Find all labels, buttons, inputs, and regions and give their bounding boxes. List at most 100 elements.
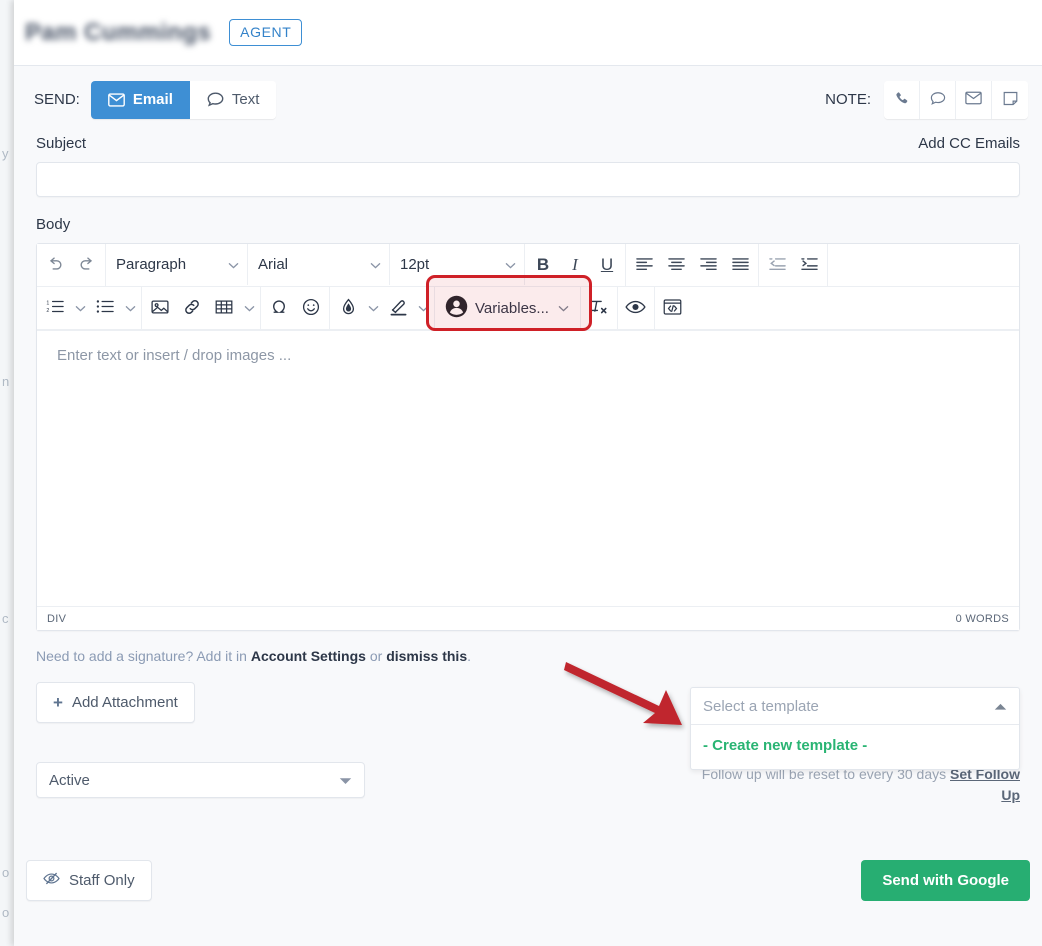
- align-justify-button[interactable]: [724, 245, 756, 286]
- modal-body: SEND: Email Text NOTE: Subject Add CC Em…: [14, 66, 1042, 946]
- bullet-list-button[interactable]: [89, 288, 121, 329]
- send-note-row: SEND: Email Text NOTE:: [24, 66, 1032, 133]
- symbol-group: [261, 287, 330, 329]
- variables-button[interactable]: Variables...: [437, 288, 578, 329]
- bold-button[interactable]: B: [527, 245, 559, 286]
- numbered-list-options-button[interactable]: [71, 288, 89, 329]
- chevron-down-icon: [354, 256, 381, 273]
- clear-formatting-button[interactable]: [583, 288, 615, 329]
- send-channel-text-label: Text: [231, 91, 260, 108]
- note-phone-button[interactable]: [884, 80, 920, 119]
- add-attachment-button[interactable]: + Add Attachment: [36, 682, 195, 723]
- block-format-value: Paragraph: [116, 256, 187, 273]
- table-options-button[interactable]: [240, 288, 258, 329]
- chat-bubble-icon: [930, 91, 946, 109]
- chevron-down-icon: [489, 256, 516, 273]
- link-icon: [183, 299, 201, 318]
- set-follow-up-link[interactable]: Set Follow Up: [950, 766, 1020, 803]
- variables-button-label: Variables...: [475, 299, 549, 317]
- subject-input[interactable]: [36, 162, 1020, 197]
- alignment-group: [626, 244, 759, 286]
- numbered-list-button[interactable]: 1 2: [39, 288, 71, 329]
- subject-label: Subject: [36, 135, 87, 152]
- insert-table-button[interactable]: [208, 288, 240, 329]
- create-new-template-option[interactable]: - Create new template -: [691, 732, 1019, 759]
- template-dropdown: Select a template - Create new template …: [690, 687, 1020, 770]
- font-family-value: Arial: [258, 256, 289, 273]
- template-select-control[interactable]: Select a template: [691, 688, 1019, 724]
- body-label: Body: [36, 216, 71, 233]
- send-channel-text[interactable]: Text: [189, 80, 277, 119]
- redo-button[interactable]: [71, 245, 103, 286]
- insert-link-button[interactable]: [176, 288, 208, 329]
- follow-up-note: Follow up will be reset to every 30 days…: [690, 764, 1020, 806]
- emoji-button[interactable]: [295, 288, 327, 329]
- italic-button[interactable]: I: [559, 245, 591, 286]
- insert-image-button[interactable]: [144, 288, 176, 329]
- bullet-list-options-button[interactable]: [121, 288, 139, 329]
- chevron-down-icon: [75, 305, 85, 311]
- preview-button[interactable]: [620, 288, 652, 329]
- text-color-options-button[interactable]: [364, 288, 382, 329]
- options-area: + Add Attachment Active Select a templat…: [24, 682, 1032, 803]
- align-center-icon: [667, 257, 685, 274]
- align-center-button[interactable]: [660, 245, 692, 286]
- template-dropdown-box: Select a template - Create new template …: [690, 687, 1020, 770]
- background-ghost-text: o: [2, 865, 10, 880]
- align-right-button[interactable]: [692, 245, 724, 286]
- envelope-icon: [107, 92, 125, 107]
- highlight-options-button[interactable]: [414, 288, 432, 329]
- chevron-down-icon: [125, 305, 135, 311]
- align-left-button[interactable]: [628, 245, 660, 286]
- clear-formatting-icon: [589, 298, 608, 319]
- omega-icon: [270, 298, 288, 318]
- signature-note-middle: or: [365, 648, 387, 664]
- chevron-up-icon[interactable]: [994, 698, 1007, 715]
- status-badge-agent: AGENT: [229, 19, 303, 46]
- note-group: NOTE:: [825, 80, 1028, 119]
- contact-status-select[interactable]: Active: [36, 762, 365, 798]
- color-group: [330, 287, 435, 329]
- staff-only-button[interactable]: Staff Only: [26, 860, 152, 901]
- staff-only-label: Staff Only: [69, 872, 135, 889]
- align-right-icon: [699, 257, 717, 274]
- indent-icon: [800, 257, 818, 274]
- image-icon: [151, 299, 169, 318]
- send-label: SEND:: [34, 91, 80, 108]
- underline-button[interactable]: U: [591, 245, 623, 286]
- outdent-button[interactable]: [761, 245, 793, 286]
- note-chat-button[interactable]: [920, 80, 956, 119]
- highlighter-icon: [389, 298, 408, 319]
- account-settings-link[interactable]: Account Settings: [251, 648, 366, 664]
- signature-note: Need to add a signature? Add it in Accou…: [24, 648, 1032, 664]
- dismiss-signature-link[interactable]: dismiss this: [386, 648, 467, 664]
- block-format-select[interactable]: Paragraph: [106, 244, 248, 285]
- send-with-google-button[interactable]: Send with Google: [861, 860, 1030, 901]
- send-channel-email[interactable]: Email: [90, 80, 190, 119]
- add-cc-emails-link[interactable]: Add CC Emails: [918, 135, 1020, 152]
- chevron-down-icon: [368, 305, 378, 311]
- source-code-icon: [663, 298, 682, 319]
- plus-icon: +: [53, 693, 63, 712]
- note-email-button[interactable]: [956, 80, 992, 119]
- preview-group: [618, 287, 655, 329]
- undo-button[interactable]: [39, 245, 71, 286]
- redo-icon: [78, 255, 96, 276]
- rich-text-editor: Paragraph Arial 12pt B I U 1 2 Variables…: [36, 243, 1020, 631]
- text-color-icon: [341, 298, 356, 319]
- special-character-button[interactable]: [263, 288, 295, 329]
- subject-label-row: Subject Add CC Emails: [24, 135, 1032, 152]
- compose-message-modal: Pam Cummings AGENT SEND: Email Text NOTE…: [14, 0, 1042, 946]
- font-size-select[interactable]: 12pt: [390, 244, 525, 285]
- text-color-button[interactable]: [332, 288, 364, 329]
- font-family-select[interactable]: Arial: [248, 244, 390, 285]
- undo-icon: [46, 255, 64, 276]
- modal-footer: Staff Only Send with Google: [26, 860, 1030, 901]
- source-code-button[interactable]: [657, 288, 689, 329]
- indent-button[interactable]: [793, 245, 825, 286]
- note-sticky-button[interactable]: [992, 80, 1028, 119]
- editor-content-area[interactable]: Enter text or insert / drop images ...: [37, 330, 1019, 606]
- send-channel-email-label: Email: [132, 91, 173, 108]
- editor-element-path: DIV: [47, 612, 67, 625]
- highlight-color-button[interactable]: [382, 288, 414, 329]
